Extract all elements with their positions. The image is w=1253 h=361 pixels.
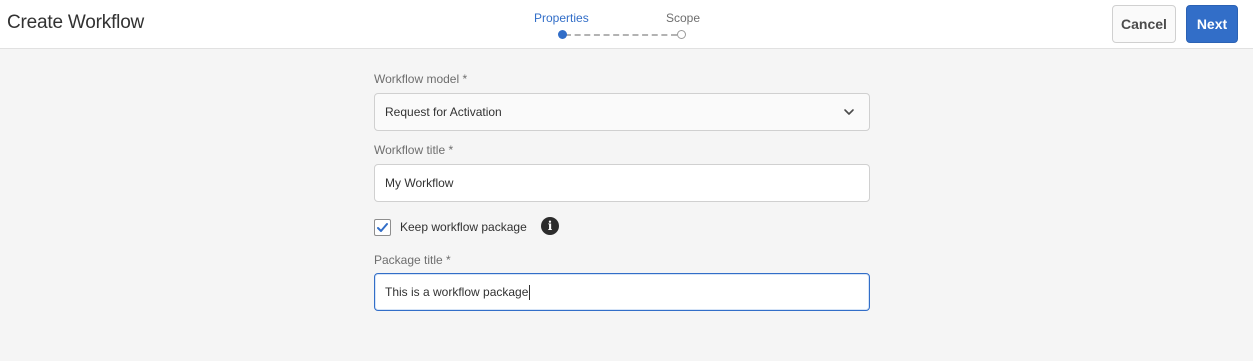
- workflow-title-input[interactable]: My Workflow: [374, 164, 870, 202]
- cancel-button[interactable]: Cancel: [1112, 5, 1176, 43]
- workflow-model-label: Workflow model *: [374, 72, 468, 86]
- workflow-title-label: Workflow title *: [374, 143, 454, 157]
- page-title: Create Workflow: [7, 12, 145, 33]
- package-title-label: Package title *: [374, 253, 451, 267]
- step-scope-indicator[interactable]: [677, 30, 686, 39]
- step-scope-label[interactable]: Scope: [666, 11, 700, 25]
- chevron-down-icon: [844, 109, 854, 115]
- step-properties-indicator[interactable]: [558, 30, 567, 39]
- keep-workflow-package-label[interactable]: Keep workflow package: [400, 220, 527, 234]
- keep-workflow-package-checkbox[interactable]: [374, 219, 391, 236]
- info-icon[interactable]: i: [541, 217, 559, 235]
- wizard-steps: Properties Scope: [520, 0, 720, 49]
- package-title-input[interactable]: This is a workflow package: [374, 273, 870, 311]
- package-title-value: This is a workflow package: [385, 285, 529, 299]
- workflow-model-select[interactable]: Request for Activation: [374, 93, 870, 131]
- workflow-title-value: My Workflow: [385, 176, 454, 190]
- next-button[interactable]: Next: [1186, 5, 1238, 43]
- step-connector: [565, 34, 677, 36]
- top-bar: Create Workflow Properties Scope Cancel …: [0, 0, 1253, 49]
- step-properties-label[interactable]: Properties: [534, 11, 589, 25]
- checkmark-icon: [377, 223, 388, 232]
- text-cursor: [529, 284, 531, 300]
- workflow-model-value: Request for Activation: [385, 105, 502, 119]
